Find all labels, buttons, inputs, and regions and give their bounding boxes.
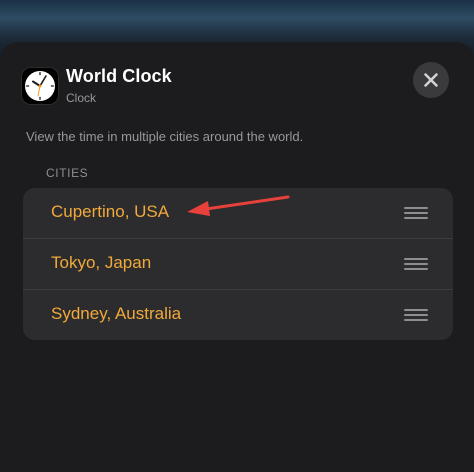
- clock-face-icon: [25, 71, 55, 101]
- widget-description: View the time in multiple cities around …: [26, 129, 304, 144]
- clock-app-icon: [22, 68, 58, 104]
- cities-list: Cupertino, USA Tokyo, Japan Sydney, Aust…: [23, 188, 453, 340]
- city-row-cupertino[interactable]: Cupertino, USA: [23, 188, 453, 238]
- city-name: Cupertino, USA: [51, 202, 170, 221]
- city-row-tokyo[interactable]: Tokyo, Japan: [23, 238, 453, 289]
- city-row-sydney[interactable]: Sydney, Australia: [23, 289, 453, 340]
- city-name: Sydney, Australia: [51, 304, 182, 323]
- widget-subtitle: Clock: [66, 91, 97, 105]
- close-button[interactable]: [413, 62, 449, 98]
- widget-sheet: World Clock Clock View the time in multi…: [0, 42, 474, 472]
- cities-section-header: CITIES: [46, 166, 89, 180]
- city-name: Tokyo, Japan: [51, 253, 152, 272]
- widget-title: World Clock: [66, 66, 172, 86]
- drag-handle-icon[interactable]: [404, 207, 428, 219]
- close-x-icon: [424, 73, 438, 87]
- drag-handle-icon[interactable]: [404, 258, 428, 270]
- drag-handle-icon[interactable]: [404, 309, 428, 321]
